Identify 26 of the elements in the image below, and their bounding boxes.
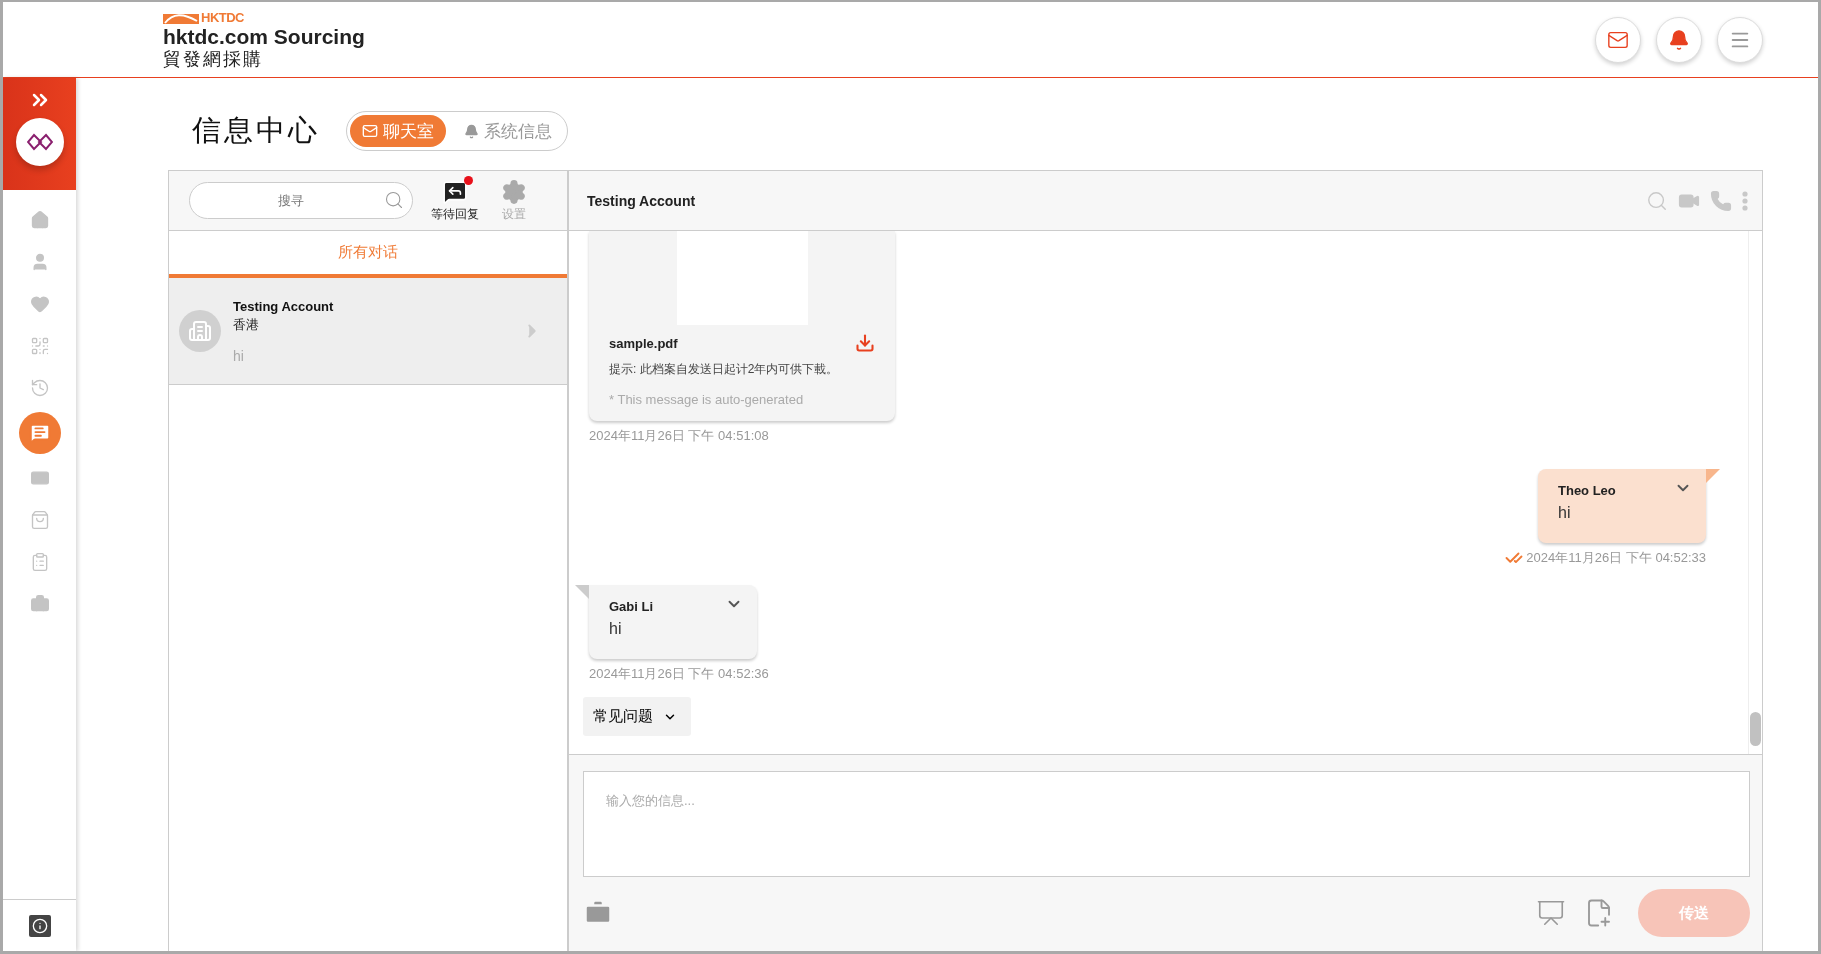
faq-dropdown[interactable]: 常见问题 bbox=[583, 697, 691, 736]
file-note: 提示: 此档案自发送日起计2年内可供下載。 bbox=[609, 361, 840, 378]
site-name-chinese: 貿發網採購 bbox=[163, 49, 264, 69]
conversation-item[interactable]: Testing Account 香港 hi bbox=[169, 278, 567, 385]
sender-name: Theo Leo bbox=[1558, 483, 1616, 498]
sender-name: Gabi Li bbox=[609, 599, 654, 614]
awaiting-reply-button[interactable]: 等待回复 bbox=[427, 178, 483, 223]
chat-title: Testing Account bbox=[587, 192, 696, 209]
message-time: 2024年11月26日 下午 04:51:08 bbox=[589, 427, 769, 445]
logo-mark: HKTDC bbox=[201, 10, 244, 25]
file-name: sample.pdf bbox=[609, 335, 678, 351]
tab[interactable]: 聊天室 bbox=[350, 115, 446, 147]
contact-location: 香港 bbox=[233, 315, 260, 334]
message-preview: hi bbox=[233, 347, 245, 364]
site-name: hktdc.com Sourcing bbox=[163, 26, 365, 48]
message-input[interactable]: 输入您的信息... bbox=[583, 771, 1750, 877]
settings-button[interactable]: 设置 bbox=[497, 178, 531, 223]
contact-name: Testing Account bbox=[233, 298, 335, 314]
message-time: 2024年11月26日 下午 04:52:36 bbox=[589, 665, 769, 683]
auto-generated-note: * This message is auto-generated bbox=[609, 392, 805, 407]
tab[interactable]: 系统信息 bbox=[452, 115, 564, 147]
message-text: hi bbox=[1558, 504, 1571, 522]
search-field[interactable]: 搜寻 bbox=[189, 182, 413, 219]
message-time: 2024年11月26日 下午 04:52:33 bbox=[1526, 549, 1706, 567]
page-title: 信息中心 bbox=[192, 113, 320, 148]
message-text: hi bbox=[609, 620, 622, 638]
